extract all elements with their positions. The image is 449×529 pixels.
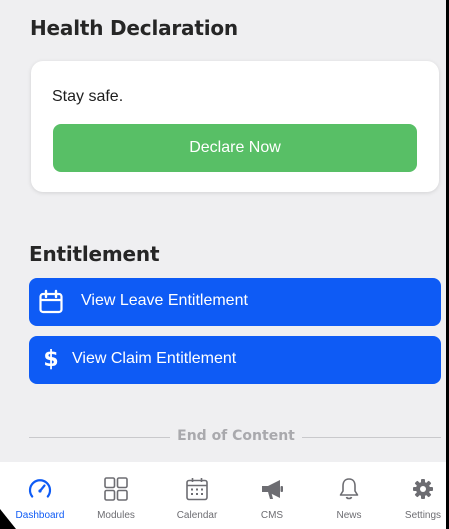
end-of-content-text: End of Content bbox=[177, 428, 295, 444]
tab-settings-label: Settings bbox=[404, 510, 442, 521]
dollar-icon: $ bbox=[43, 347, 59, 372]
app-screen: Health Declaration Stay safe. Declare No… bbox=[0, 0, 449, 529]
divider-line-right bbox=[302, 437, 441, 438]
tab-news-label: News bbox=[336, 510, 362, 521]
end-of-content-divider: End of Content bbox=[29, 428, 441, 446]
speedometer-icon bbox=[27, 476, 53, 502]
tab-calendar[interactable]: Calendar bbox=[166, 462, 228, 529]
calendar-icon bbox=[38, 289, 64, 315]
bell-icon bbox=[336, 476, 362, 502]
bottom-tab-bar: Dashboard Modules Calendar CMS News Sett… bbox=[0, 462, 449, 529]
health-declaration-card: Stay safe. Declare Now bbox=[31, 61, 439, 192]
tab-dashboard-label: Dashboard bbox=[15, 510, 65, 521]
stay-safe-text: Stay safe. bbox=[52, 88, 124, 105]
gear-icon bbox=[410, 476, 436, 502]
entitlement-title: Entitlement bbox=[29, 242, 160, 266]
dashboard-content: Health Declaration Stay safe. Declare No… bbox=[0, 0, 449, 462]
tab-modules[interactable]: Modules bbox=[85, 462, 147, 529]
declare-now-button[interactable]: Declare Now bbox=[53, 124, 417, 172]
health-declaration-title: Health Declaration bbox=[30, 16, 238, 40]
divider-line-left bbox=[29, 437, 170, 438]
tab-cms[interactable]: CMS bbox=[241, 462, 303, 529]
claim-entitlement-label: View Claim Entitlement bbox=[72, 350, 237, 367]
corner-artifact bbox=[0, 509, 16, 529]
tab-calendar-label: Calendar bbox=[176, 510, 218, 521]
megaphone-icon bbox=[259, 476, 285, 502]
tab-cms-label: CMS bbox=[260, 510, 284, 521]
calendar-icon bbox=[184, 476, 210, 502]
grid-icon bbox=[103, 476, 129, 502]
view-claim-entitlement-button[interactable]: $ View Claim Entitlement bbox=[29, 336, 441, 384]
leave-entitlement-label: View Leave Entitlement bbox=[81, 292, 248, 309]
tab-settings[interactable]: Settings bbox=[392, 462, 449, 529]
view-leave-entitlement-button[interactable]: View Leave Entitlement bbox=[29, 278, 441, 326]
tab-news[interactable]: News bbox=[318, 462, 380, 529]
tab-dashboard[interactable]: Dashboard bbox=[9, 462, 71, 529]
tab-modules-label: Modules bbox=[97, 510, 135, 521]
